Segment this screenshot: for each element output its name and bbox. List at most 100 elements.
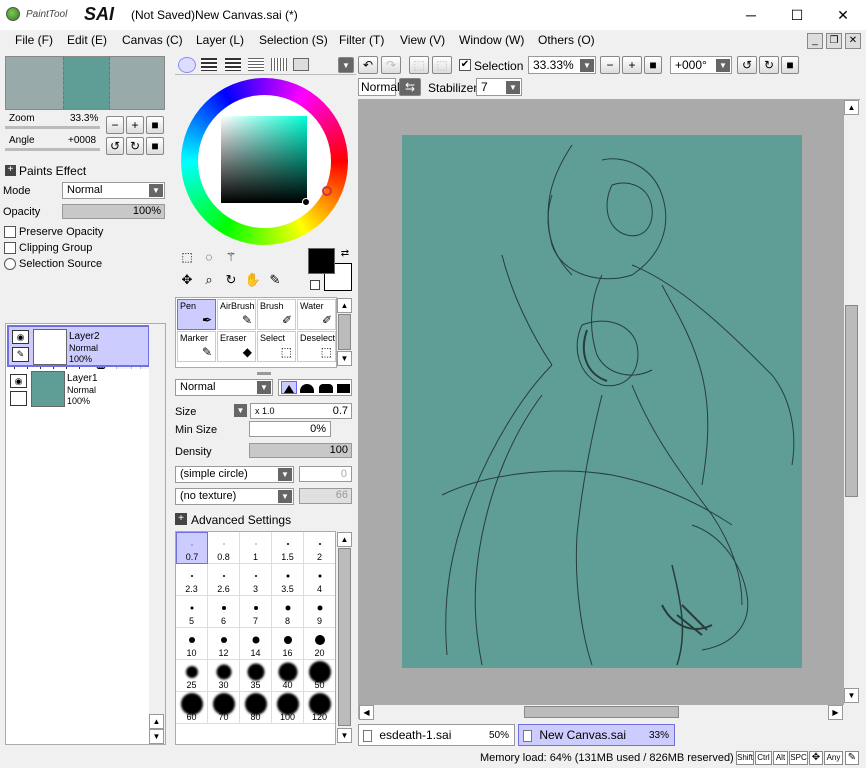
brush-size-cell[interactable]: 2.6	[208, 564, 240, 596]
tool-airbrush[interactable]: AirBrush ✎	[217, 299, 256, 330]
eye-icon[interactable]: ◉	[12, 330, 29, 344]
tool-water[interactable]: Water ✐	[297, 299, 336, 330]
zoom-fit-button[interactable]: ■	[644, 56, 662, 74]
menu-window[interactable]: Window (W)	[459, 33, 524, 47]
min-size-field[interactable]: 0%	[249, 421, 331, 437]
rotate-right-button[interactable]: ↻	[126, 137, 144, 155]
file-tab-esdeath[interactable]: esdeath-1.sai 50%	[358, 724, 515, 746]
brush-size-cell[interactable]: 4	[304, 564, 335, 596]
panel-resize-handle[interactable]	[257, 372, 271, 375]
brush-size-field[interactable]: x 1.0 0.7	[250, 403, 352, 419]
flip-icon[interactable]: ⇆	[399, 78, 421, 96]
brush-size-scrollbar[interactable]: ▲ ▼	[337, 532, 353, 745]
brush-size-cell[interactable]: 8	[272, 596, 304, 628]
selection-checkbox[interactable]: ✔	[459, 59, 471, 71]
brush-size-cell[interactable]: 7	[240, 596, 272, 628]
layer-row-layer1[interactable]: ◉ Layer1 Normal 100%	[7, 369, 150, 411]
menu-filter[interactable]: Filter (T)	[339, 33, 384, 47]
blend-mode-select[interactable]: Normal ▼	[175, 379, 273, 396]
texture-amount-bar[interactable]: 66	[299, 488, 352, 504]
tool-scrollbar[interactable]: ▲ ▼	[337, 298, 353, 367]
zoom-out-button[interactable]: −	[106, 116, 124, 134]
primary-color[interactable]	[308, 248, 335, 274]
scroll-down-icon[interactable]: ▼	[149, 729, 164, 744]
scroll-left-icon[interactable]: ◀	[359, 705, 374, 720]
any-key[interactable]: Any	[824, 751, 843, 765]
expand-icon[interactable]: +	[175, 513, 187, 525]
scratchpad-tab[interactable]	[271, 58, 287, 71]
swatch-tab[interactable]	[248, 58, 264, 71]
eyedropper-icon[interactable]: ✎	[266, 272, 284, 290]
default-colors-icon[interactable]	[310, 280, 320, 290]
layer-mode-select[interactable]: Normal ▼	[62, 182, 165, 199]
brush-size-cell[interactable]: 6	[208, 596, 240, 628]
edge-hard-icon[interactable]	[281, 381, 297, 394]
scroll-thumb[interactable]	[524, 706, 679, 718]
edge-flat-icon[interactable]	[337, 384, 350, 393]
canvas[interactable]	[402, 135, 802, 668]
canvas-vscrollbar[interactable]: ▲ ▼	[844, 100, 860, 720]
selection-source-radio[interactable]	[4, 258, 16, 270]
brush-shape-select[interactable]: (simple circle) ▼	[175, 466, 294, 483]
brush-size-cell[interactable]: 0.7	[176, 532, 208, 564]
expand-icon[interactable]: +	[5, 165, 16, 176]
brush-size-cell[interactable]: 60	[176, 692, 208, 724]
scroll-up-icon[interactable]: ▲	[844, 100, 859, 115]
brush-texture-select[interactable]: (no texture) ▼	[175, 488, 294, 505]
zoom-reset-button[interactable]: ■	[146, 116, 164, 134]
brush-size-cell[interactable]: 30	[208, 660, 240, 692]
scroll-right-icon[interactable]: ▶	[828, 705, 843, 720]
stabilizer-select[interactable]: 7 ▼	[476, 78, 522, 96]
brush-size-cell[interactable]: 10	[176, 628, 208, 660]
rotate-icon[interactable]: ↻	[222, 272, 240, 290]
brush-size-cell[interactable]: 120	[304, 692, 335, 724]
brush-size-cell[interactable]: 2.3	[176, 564, 208, 596]
pen-lock-icon[interactable]: ✎	[12, 347, 29, 362]
rotate-reset-button[interactable]: ■	[781, 56, 799, 74]
layer-lock-icon[interactable]	[10, 391, 27, 406]
rect-select-icon[interactable]: ⬚	[178, 250, 196, 266]
density-bar[interactable]: 100	[249, 443, 352, 458]
minimize-button[interactable]: ─	[728, 0, 774, 30]
user-swatch-tab[interactable]	[293, 58, 309, 71]
scroll-down-icon[interactable]: ▼	[337, 728, 352, 743]
angle-select[interactable]: +000° ▼	[670, 56, 732, 74]
menu-selection[interactable]: Selection (S)	[259, 33, 328, 47]
shape-amount-field[interactable]: 0	[299, 466, 352, 482]
doc-restore-button[interactable]: ❐	[826, 33, 842, 49]
zoom-select[interactable]: 33.33% ▼	[528, 56, 596, 74]
alt-key[interactable]: Alt	[773, 751, 788, 765]
edge-soft-icon[interactable]	[319, 384, 333, 393]
brush-size-cell[interactable]: 14	[240, 628, 272, 660]
brush-size-cell[interactable]: 5	[176, 596, 208, 628]
brush-size-cell[interactable]: 2	[304, 532, 335, 564]
menu-view[interactable]: View (V)	[400, 33, 445, 47]
move-icon[interactable]: ✥	[178, 272, 196, 290]
scroll-up-icon[interactable]: ▲	[337, 532, 352, 547]
tool-marker[interactable]: Marker ✎	[177, 331, 216, 362]
layer-row-layer2[interactable]: ◉ ✎ Layer2 Normal 100%	[7, 325, 150, 367]
brush-size-cell[interactable]: 25	[176, 660, 208, 692]
doc-minimize-button[interactable]: _	[807, 33, 823, 49]
file-tab-new-canvas[interactable]: New Canvas.sai 33%	[518, 724, 675, 746]
rgb-slider-tab[interactable]	[201, 58, 217, 71]
brush-size-cell[interactable]: 100	[272, 692, 304, 724]
edge-medium-icon[interactable]	[300, 384, 314, 393]
brush-size-cell[interactable]: 1	[240, 532, 272, 564]
menu-file[interactable]: File (F)	[15, 33, 53, 47]
brush-size-cell[interactable]: 16	[272, 628, 304, 660]
redo-button[interactable]: ↷	[381, 56, 401, 74]
scroll-thumb[interactable]	[338, 548, 351, 726]
rotate-reset-button[interactable]: ■	[146, 137, 164, 155]
brush-size-cell[interactable]: 0.8	[208, 532, 240, 564]
scroll-down-icon[interactable]: ▼	[337, 351, 352, 366]
preserve-opacity-checkbox[interactable]	[4, 226, 16, 238]
zoom-in-button[interactable]: +	[622, 56, 642, 74]
hand-icon[interactable]: ✋	[244, 272, 262, 290]
scroll-up-icon[interactable]: ▲	[149, 714, 164, 729]
rotate-left-button[interactable]: ↺	[737, 56, 757, 74]
layer-scrollbar[interactable]: ▲ ▼	[149, 324, 165, 744]
tool-select[interactable]: Select ⬚	[257, 331, 296, 362]
maximize-button[interactable]: ☐	[774, 0, 820, 30]
zoom-out-button[interactable]: −	[600, 56, 620, 74]
